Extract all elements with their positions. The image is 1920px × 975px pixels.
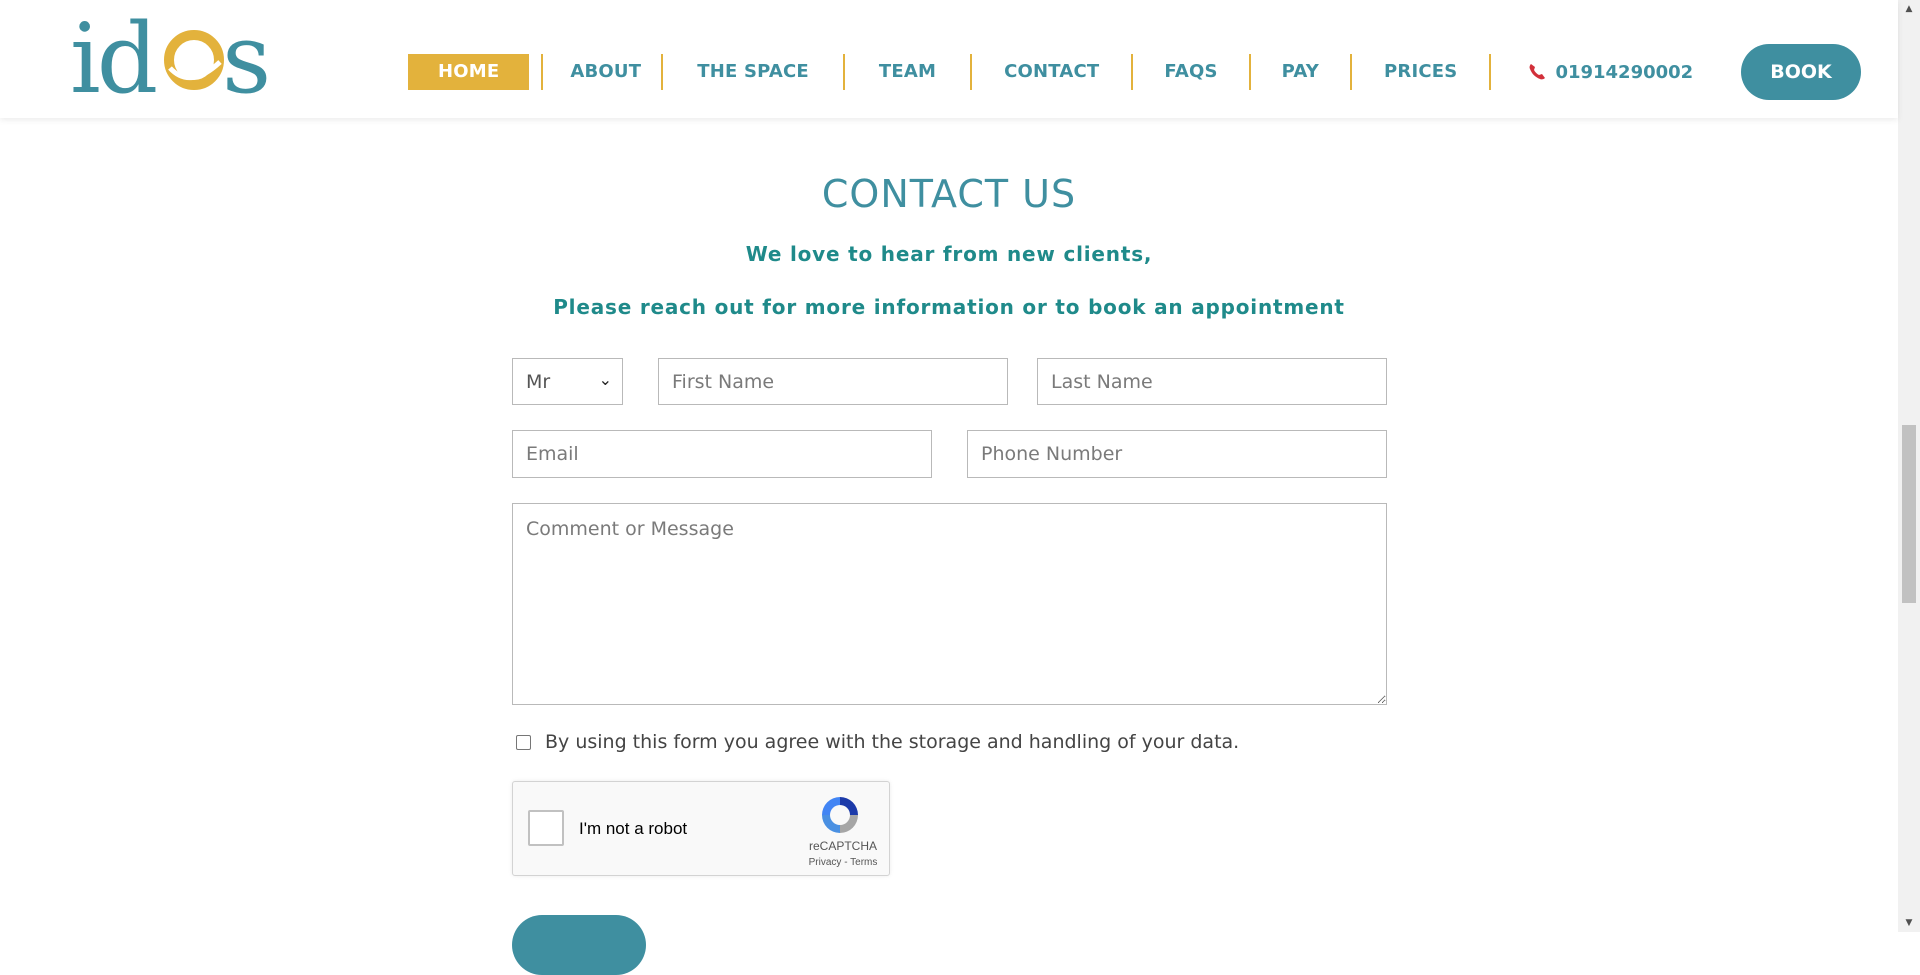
consent-label[interactable]: By using this form you agree with the st… xyxy=(545,731,1239,753)
message-textarea[interactable] xyxy=(512,503,1387,705)
recaptcha-label: I'm not a robot xyxy=(579,819,688,838)
main-nav: HOME ABOUT THE SPACE TEAM CONTACT FAQS P… xyxy=(408,54,1711,90)
consent-row: By using this form you agree with the st… xyxy=(516,731,1239,753)
recaptcha-widget: I'm not a robot reCAPTCHA Privacy - Term… xyxy=(512,781,890,876)
email-input[interactable] xyxy=(512,430,932,478)
contact-subtitle-1: We love to hear from new clients, xyxy=(745,242,1153,266)
recaptcha-privacy-terms[interactable]: Privacy - Terms xyxy=(795,857,891,868)
nav-team[interactable]: TEAM xyxy=(845,54,970,90)
phone-input[interactable] xyxy=(967,430,1387,478)
first-name-input[interactable] xyxy=(658,358,1008,405)
salutation-value: Mr xyxy=(526,371,551,393)
last-name-input[interactable] xyxy=(1037,358,1387,405)
phone-number: 01914290002 xyxy=(1555,61,1694,83)
nav-home[interactable]: HOME xyxy=(408,54,530,90)
nav-prices[interactable]: PRICES xyxy=(1352,54,1489,90)
nav-about[interactable]: ABOUT xyxy=(550,54,661,90)
nav-pay[interactable]: PAY xyxy=(1251,54,1350,90)
recaptcha-brand: reCAPTCHA xyxy=(808,839,877,853)
nav-the-space[interactable]: THE SPACE xyxy=(663,54,843,90)
nav-phone-link[interactable]: 01914290002 xyxy=(1491,62,1711,83)
scroll-up-arrow-icon[interactable]: ▲ xyxy=(1898,0,1920,18)
svg-text:s: s xyxy=(222,10,271,100)
book-button[interactable]: BOOK xyxy=(1741,44,1861,100)
idos-logo[interactable]: id s xyxy=(70,10,280,100)
recaptcha-logo-icon xyxy=(822,797,858,833)
salutation-select[interactable]: Mr ⌄ xyxy=(512,358,623,405)
nav-faqs[interactable]: FAQS xyxy=(1133,54,1248,90)
site-header: id s HOME ABOUT THE SPACE TEAM CONTACT F… xyxy=(0,0,1898,118)
contact-subtitle-2: Please reach out for more information or… xyxy=(553,295,1345,319)
nav-divider xyxy=(541,54,544,90)
phone-icon xyxy=(1530,64,1546,80)
svg-text:id: id xyxy=(70,10,156,100)
contact-heading: CONTACT US xyxy=(821,172,1077,216)
recaptcha-checkbox[interactable] xyxy=(528,810,564,846)
submit-button[interactable] xyxy=(512,915,646,975)
nav-contact[interactable]: CONTACT xyxy=(972,54,1131,90)
scroll-down-arrow-icon[interactable]: ▼ xyxy=(1898,914,1920,932)
scroll-thumb[interactable] xyxy=(1902,425,1916,603)
consent-checkbox[interactable] xyxy=(516,734,531,750)
page-scrollbar[interactable]: ▲ ▼ xyxy=(1898,0,1920,932)
chevron-down-icon: ⌄ xyxy=(598,370,612,389)
